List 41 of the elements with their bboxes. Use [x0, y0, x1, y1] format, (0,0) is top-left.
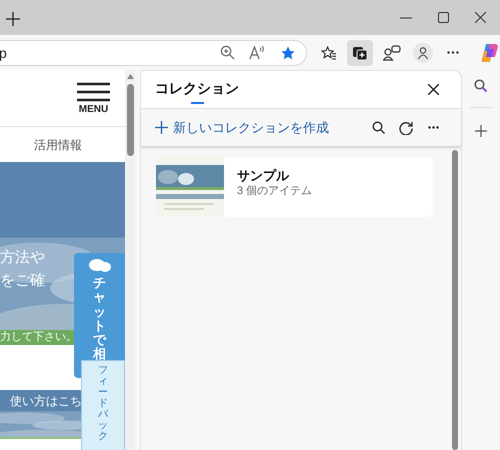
- feedback-tab[interactable]: フィードバック: [81, 360, 125, 450]
- more-icon[interactable]: [447, 51, 460, 54]
- collection-name: サンプル: [237, 167, 290, 184]
- search-icon[interactable]: [474, 79, 488, 93]
- collections-icon: [352, 44, 368, 60]
- copilot-icon[interactable]: [480, 42, 500, 62]
- maximize-icon[interactable]: [438, 12, 449, 23]
- address-bar[interactable]: p: [0, 40, 307, 66]
- scrollbar-thumb[interactable]: [452, 150, 458, 450]
- people-icon[interactable]: [383, 44, 402, 60]
- favorites-icon[interactable]: [320, 44, 336, 60]
- close-icon[interactable]: [475, 12, 486, 23]
- more-icon[interactable]: [428, 126, 439, 129]
- banner-text: 使い方はこち: [10, 393, 82, 410]
- plus-icon: [155, 121, 168, 134]
- nav-link[interactable]: 活用情報: [34, 136, 82, 154]
- close-icon[interactable]: [428, 84, 439, 95]
- hero-text: 方法や: [0, 249, 45, 266]
- menu-label[interactable]: MENU: [78, 104, 108, 114]
- search-icon[interactable]: [372, 121, 385, 134]
- favorite-star-icon[interactable]: [280, 44, 296, 60]
- person-icon: [418, 46, 428, 58]
- add-icon[interactable]: [475, 125, 487, 137]
- scroll-up-icon[interactable]: [126, 74, 134, 79]
- notice-text: 力して下さい。: [0, 332, 77, 343]
- refresh-icon[interactable]: [399, 120, 413, 134]
- hero-text: をご確: [0, 272, 45, 289]
- hamburger-menu-icon[interactable]: [77, 82, 110, 102]
- item-count: 3 個のアイテム: [237, 184, 312, 199]
- minimize-icon[interactable]: [400, 16, 412, 18]
- read-aloud-icon[interactable]: [248, 45, 265, 60]
- collection-card[interactable]: サンプル 3 個のアイテム: [156, 157, 433, 217]
- zoom-icon[interactable]: [220, 45, 235, 60]
- chat-bubbles-icon: [88, 258, 112, 274]
- scrollbar-thumb[interactable]: [126, 84, 134, 156]
- profile-button[interactable]: [413, 42, 434, 62]
- new-collection-button[interactable]: 新しいコレクションを作成: [155, 118, 329, 138]
- collections-button[interactable]: [347, 40, 374, 66]
- panel-title: コレクション: [155, 80, 239, 94]
- new-tab-icon[interactable]: [6, 12, 20, 26]
- url-text: p: [0, 46, 7, 60]
